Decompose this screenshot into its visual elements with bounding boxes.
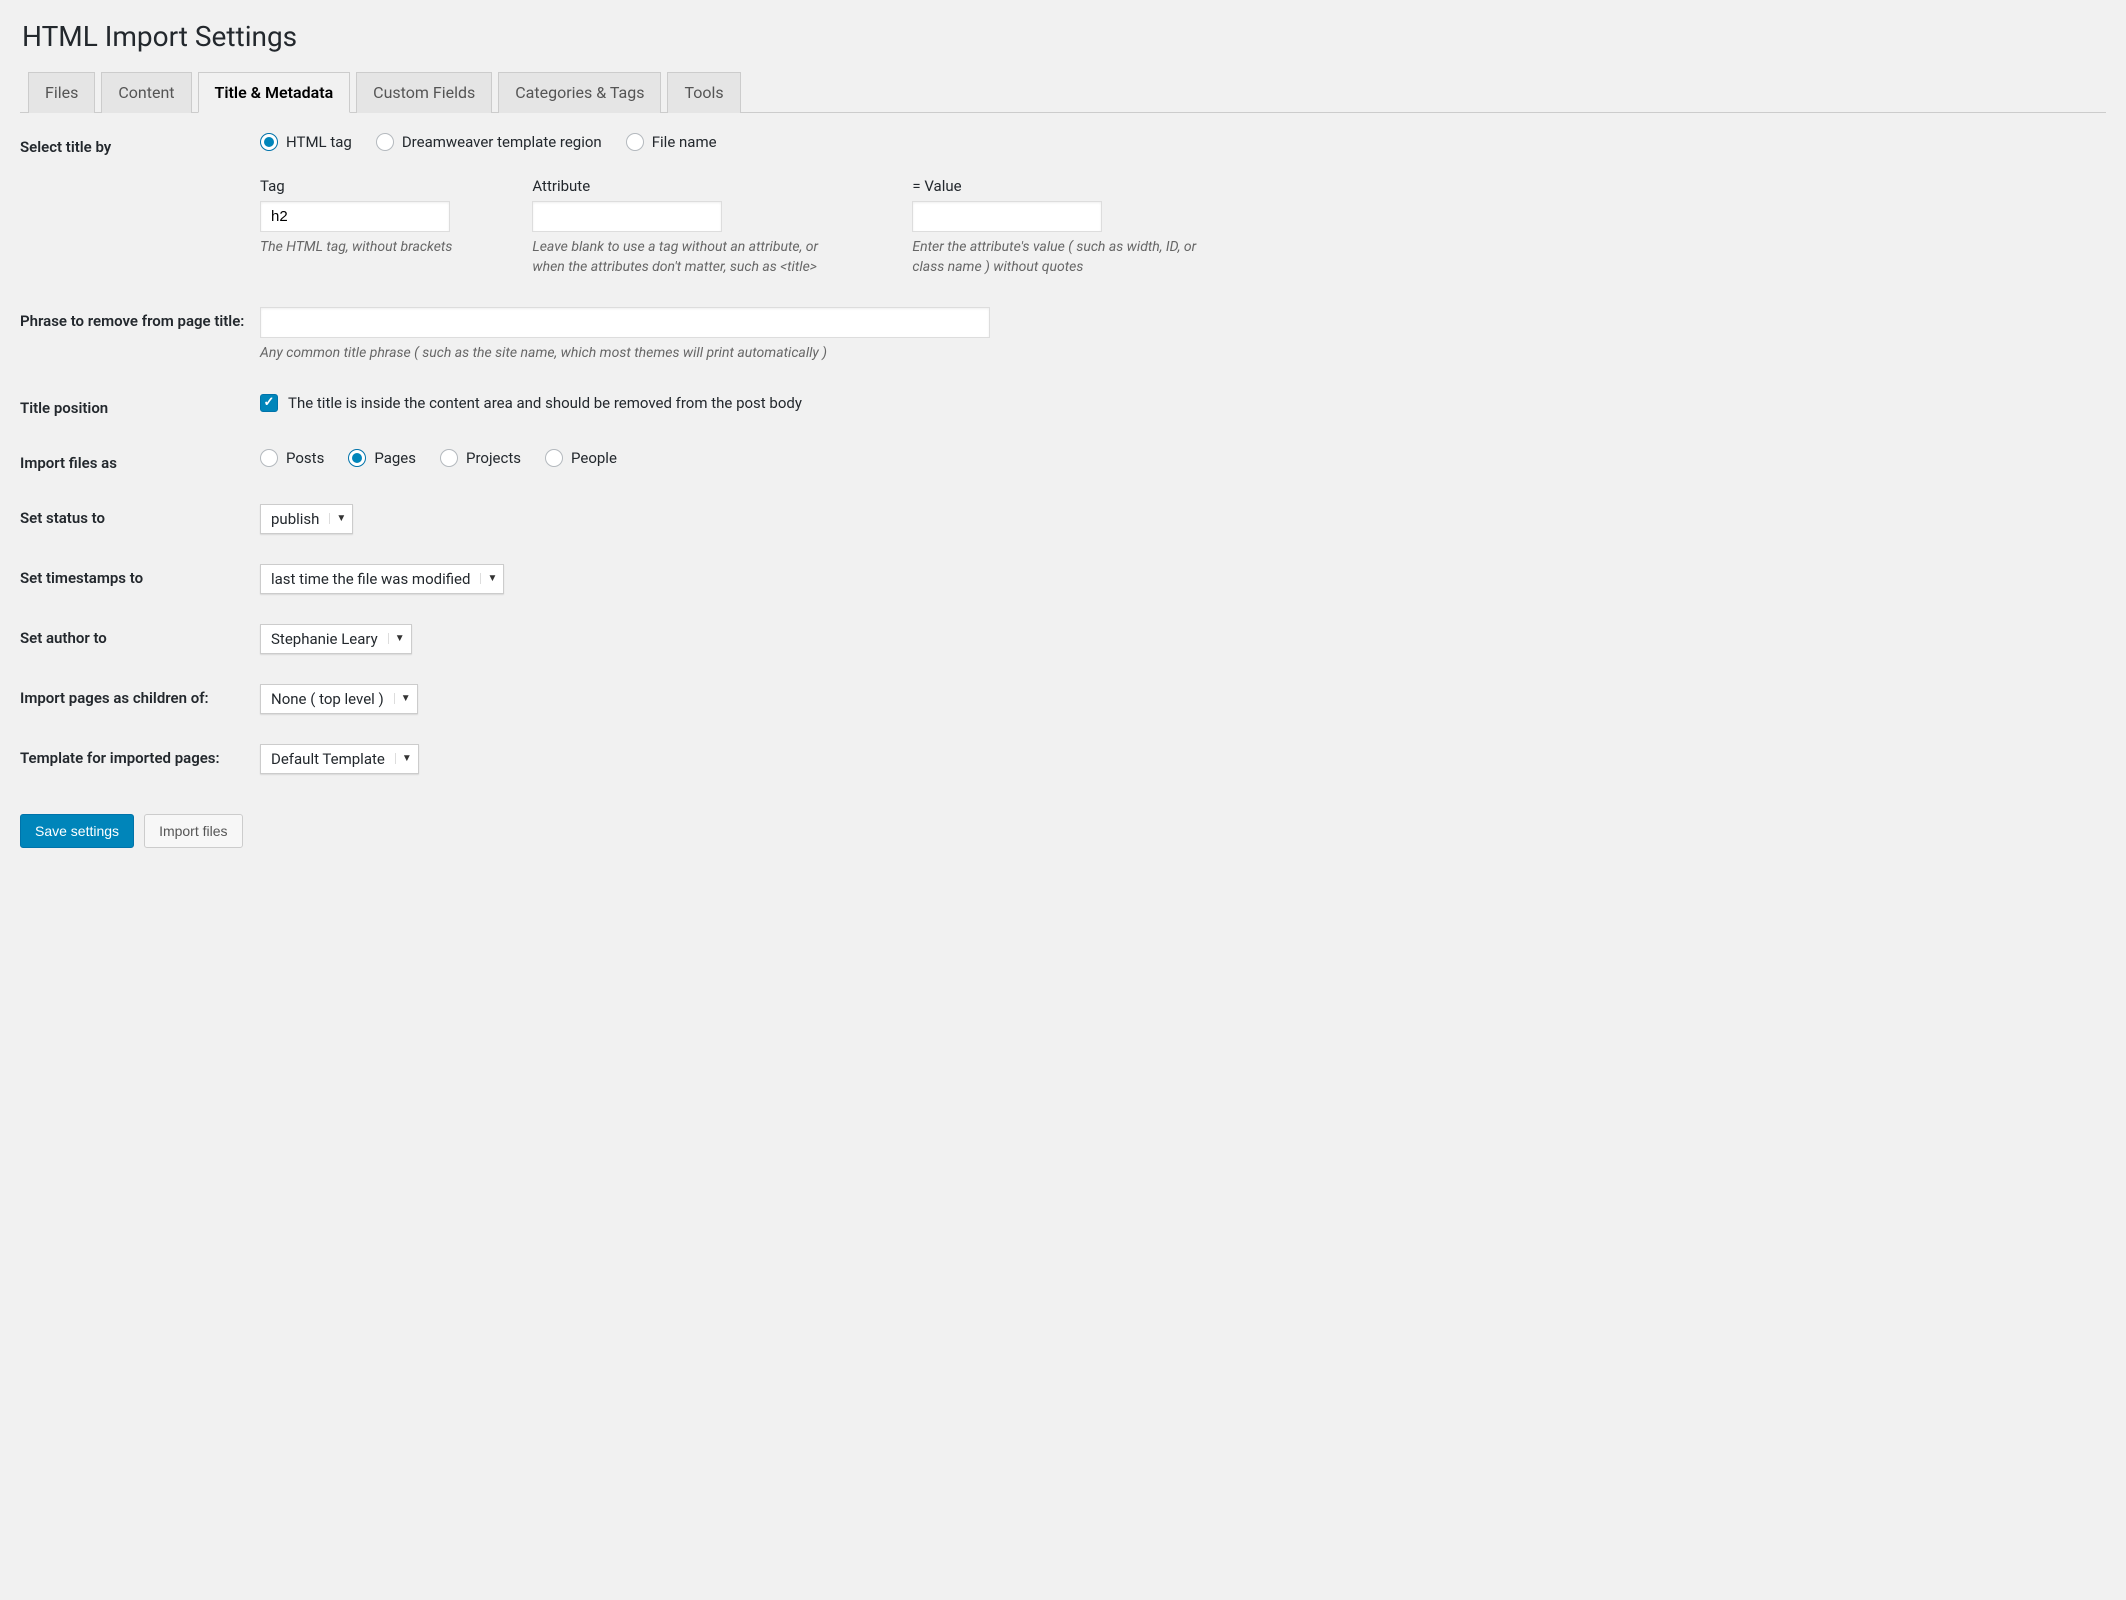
help-value: Enter the attribute's value ( such as wi… (912, 238, 1212, 277)
radio-label-pages: Pages (374, 449, 416, 467)
import-files-button[interactable]: Import files (144, 814, 242, 848)
label-phrase-remove: Phrase to remove from page title: (20, 307, 260, 332)
tab-files[interactable]: Files (28, 72, 95, 113)
radio-projects[interactable] (440, 449, 458, 467)
label-import-pages-children: Import pages as children of: (20, 684, 260, 709)
radio-pages[interactable] (348, 449, 366, 467)
input-attribute[interactable] (532, 201, 722, 232)
chevron-down-icon: ▼ (395, 753, 418, 764)
save-settings-button[interactable]: Save settings (20, 814, 134, 848)
radio-people[interactable] (545, 449, 563, 467)
input-phrase-remove[interactable] (260, 307, 990, 338)
help-phrase-remove: Any common title phrase ( such as the si… (260, 344, 2106, 364)
select-status[interactable]: publish ▼ (260, 504, 353, 534)
select-author-value: Stephanie Leary (261, 625, 388, 653)
input-value[interactable] (912, 201, 1102, 232)
select-template[interactable]: Default Template ▼ (260, 744, 419, 774)
tabs-container: Files Content Title & Metadata Custom Fi… (20, 71, 2106, 113)
label-value: = Value (912, 177, 1212, 195)
label-import-files-as: Import files as (20, 449, 260, 474)
radio-html-tag[interactable] (260, 133, 278, 151)
tab-content[interactable]: Content (101, 72, 191, 113)
select-children-of-value: None ( top level ) (261, 685, 394, 713)
select-children-of[interactable]: None ( top level ) ▼ (260, 684, 418, 714)
label-tag: Tag (260, 177, 452, 195)
tab-custom-fields[interactable]: Custom Fields (356, 72, 492, 113)
select-timestamps-value: last time the file was modified (261, 565, 480, 593)
select-template-value: Default Template (261, 745, 395, 773)
select-author[interactable]: Stephanie Leary ▼ (260, 624, 412, 654)
input-tag[interactable] (260, 201, 450, 232)
radio-file-name[interactable] (626, 133, 644, 151)
radio-dreamweaver[interactable] (376, 133, 394, 151)
tab-title-metadata[interactable]: Title & Metadata (198, 72, 351, 113)
label-template-imported: Template for imported pages: (20, 744, 260, 769)
radio-posts[interactable] (260, 449, 278, 467)
chevron-down-icon: ▼ (394, 693, 417, 704)
radio-label-people: People (571, 449, 617, 467)
help-tag: The HTML tag, without brackets (260, 238, 452, 258)
select-timestamps[interactable]: last time the file was modified ▼ (260, 564, 504, 594)
chevron-down-icon: ▼ (480, 573, 503, 584)
radio-label-projects: Projects (466, 449, 521, 467)
tab-tools[interactable]: Tools (667, 72, 740, 113)
help-attribute: Leave blank to use a tag without an attr… (532, 238, 832, 277)
label-select-title-by: Select title by (20, 133, 260, 158)
label-set-timestamps: Set timestamps to (20, 564, 260, 589)
label-title-position: Title position (20, 394, 260, 419)
chevron-down-icon: ▼ (388, 633, 411, 644)
label-set-status: Set status to (20, 504, 260, 529)
radio-label-file-name: File name (652, 133, 717, 151)
checkbox-label-title-position: The title is inside the content area and… (288, 394, 802, 412)
select-status-value: publish (261, 505, 329, 533)
radio-label-html-tag: HTML tag (286, 133, 352, 151)
radio-label-dreamweaver: Dreamweaver template region (402, 133, 602, 151)
label-attribute: Attribute (532, 177, 832, 195)
tab-categories-tags[interactable]: Categories & Tags (498, 72, 661, 113)
chevron-down-icon: ▼ (329, 513, 352, 524)
checkbox-title-position[interactable] (260, 394, 278, 412)
label-set-author: Set author to (20, 624, 260, 649)
page-title: HTML Import Settings (20, 20, 2106, 53)
radio-label-posts: Posts (286, 449, 324, 467)
